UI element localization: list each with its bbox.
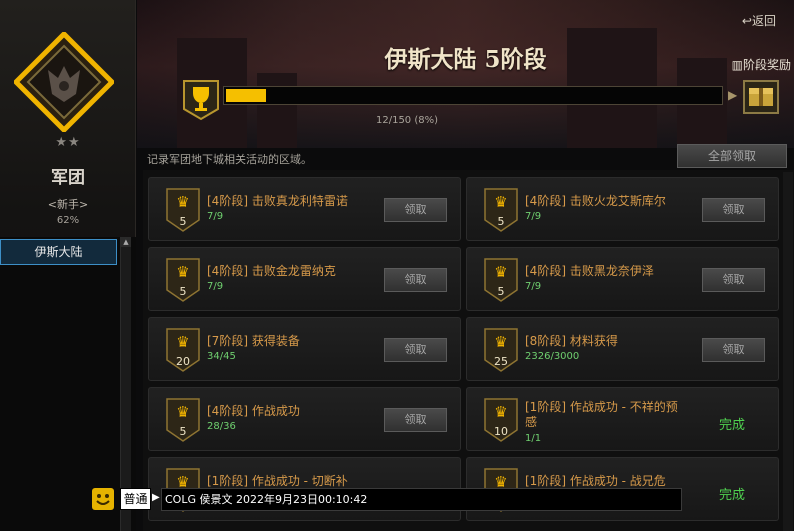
trophy-icon: ♛ xyxy=(494,263,508,281)
mission-title: [8阶段] 材料获得 xyxy=(525,334,618,348)
chat-input[interactable]: COLG 侯景文 2022年9月23日00:10:42 xyxy=(161,488,682,511)
mission-count: 34/45 xyxy=(207,351,236,362)
mission-title: [1阶段] 作战成功 - 不祥的预感 xyxy=(525,400,678,429)
claim-button[interactable]: 领取 xyxy=(702,198,765,222)
rank-stars: ★★ xyxy=(55,135,81,150)
mission-count: 7/9 xyxy=(207,281,224,292)
mission-count: 7/9 xyxy=(525,281,542,292)
mission-card: ♛ 5 [4阶段] 击败金龙雷纳克 7/9 领取 xyxy=(148,247,461,311)
mission-scrollbar[interactable] xyxy=(783,172,793,531)
trophy-icon: ♛ xyxy=(176,333,190,351)
stage-number: 5 xyxy=(179,215,187,228)
trophy-shield-icon: ♛ 5 xyxy=(166,188,200,232)
reward-chest-icon[interactable] xyxy=(743,80,779,114)
claim-all-button[interactable]: 全部领取 xyxy=(677,144,787,168)
claim-button[interactable]: 领取 xyxy=(702,268,765,292)
claim-button[interactable]: 领取 xyxy=(702,338,765,362)
stage-number: 10 xyxy=(494,425,508,438)
mission-title: [4阶段] 作战成功 xyxy=(207,404,300,418)
gift-icon: ▥ xyxy=(731,58,743,72)
stage-number: 5 xyxy=(497,215,505,228)
rank-title: 军团 xyxy=(51,168,85,188)
mission-title: [7阶段] 获得装备 xyxy=(207,334,300,348)
stage-reward-button[interactable]: ▥阶段奖励 xyxy=(732,56,791,73)
mission-title: [4阶段] 击败真龙利特雷诺 xyxy=(207,194,348,208)
back-button[interactable]: ↩返回 xyxy=(742,12,776,29)
chat-arrow-icon: ▶ xyxy=(152,492,160,503)
mission-card: ♛ 5 [4阶段] 击败火龙艾斯库尔 7/9 领取 xyxy=(466,177,779,241)
rank-level: <新手> xyxy=(47,198,89,211)
trophy-icon: ♛ xyxy=(494,333,508,351)
mission-card: ♛ 5 [4阶段] 击败真龙利特雷诺 7/9 领取 xyxy=(148,177,461,241)
mission-card: ♛ 5 [4阶段] 作战成功 28/36 领取 xyxy=(148,387,461,451)
mission-card: ♛ 10 [1阶段] 作战成功 - 不祥的预感 1/1 完成 xyxy=(466,387,779,451)
stage-number: 20 xyxy=(176,355,190,368)
region-description: 记录军团地下城相关活动的区域。 xyxy=(147,153,312,166)
chat-bar: 普通 ▶ COLG 侯景文 2022年9月23日00:10:42 xyxy=(92,487,682,512)
stage-number: 5 xyxy=(179,425,187,438)
smiley-face-icon[interactable] xyxy=(92,488,114,510)
trophy-shield-icon: ♛ 5 xyxy=(166,398,200,442)
castle-silhouette xyxy=(257,73,297,148)
trophy-shield-icon: ♛ 5 xyxy=(484,188,518,232)
progress-bar-fill xyxy=(226,89,266,102)
completed-label: 完成 xyxy=(719,488,746,503)
claim-button[interactable]: 领取 xyxy=(384,408,447,432)
mission-card: ♛ 25 [8阶段] 材料获得 2326/3000 领取 xyxy=(466,317,779,381)
region-item-selected[interactable]: 伊斯大陆 xyxy=(0,239,117,265)
claim-button[interactable]: 领取 xyxy=(384,338,447,362)
page-title: 伊斯大陆 5阶段 xyxy=(384,46,547,73)
claim-button[interactable]: 领取 xyxy=(384,198,447,222)
progress-text: 12/150 (8%) xyxy=(375,115,439,126)
region-header: ↩返回 伊斯大陆 5阶段 ▥阶段奖励 ▶ 12/150 (8%) xyxy=(137,0,794,148)
trophy-icon: ♛ xyxy=(176,193,190,211)
stage-number: 25 xyxy=(494,355,508,368)
trophy-shield-icon: ♛ 25 xyxy=(484,328,518,372)
mission-title: [4阶段] 击败黑龙奈伊泽 xyxy=(525,264,654,278)
return-arrow-icon: ↩ xyxy=(741,14,752,28)
scroll-up-icon[interactable]: ▲ xyxy=(121,237,131,247)
chat-channel-selector[interactable]: 普通 xyxy=(120,488,151,510)
mission-count: 7/9 xyxy=(207,211,224,222)
mission-title: [4阶段] 击败金龙雷纳克 xyxy=(207,264,336,278)
trophy-shield-icon: ♛ 5 xyxy=(166,258,200,302)
rank-percent: 62% xyxy=(56,215,80,226)
trophy-shield-icon: ♛ 5 xyxy=(484,258,518,302)
trophy-icon: ♛ xyxy=(494,193,508,211)
arrow-right-icon: ▶ xyxy=(728,88,738,102)
trophy-shield-icon: ♛ 20 xyxy=(166,328,200,372)
trophy-icon: ♛ xyxy=(176,403,190,421)
stage-number: 5 xyxy=(497,285,505,298)
mission-count: 2326/3000 xyxy=(525,351,580,362)
mission-title: [4阶段] 击败火龙艾斯库尔 xyxy=(525,194,666,208)
trophy-shield-icon: ♛ 10 xyxy=(484,398,518,442)
mission-count: 1/1 xyxy=(525,433,542,444)
stage-number: 5 xyxy=(179,285,187,298)
guild-rank-panel: ★★ 军团 <新手> 62% 伊斯大陆 ▲ xyxy=(0,0,136,531)
mission-grid: ♛ 5 [4阶段] 击败真龙利特雷诺 7/9 领取 ♛ 5 [4阶段] 击败火龙艾斯库尔 7/9… xyxy=(143,170,794,531)
mission-card: ♛ 5 [4阶段] 击败黑龙奈伊泽 7/9 领取 xyxy=(466,247,779,311)
completed-label: 完成 xyxy=(719,418,746,433)
progress-bar xyxy=(223,86,723,105)
trophy-icon: ♛ xyxy=(494,403,508,421)
mission-count: 28/36 xyxy=(207,421,236,432)
claim-button[interactable]: 领取 xyxy=(384,268,447,292)
guild-emblem-icon xyxy=(14,32,114,132)
trophy-icon: ♛ xyxy=(176,263,190,281)
mission-card: ♛ 20 [7阶段] 获得装备 34/45 领取 xyxy=(148,317,461,381)
mission-count: 7/9 xyxy=(525,211,542,222)
